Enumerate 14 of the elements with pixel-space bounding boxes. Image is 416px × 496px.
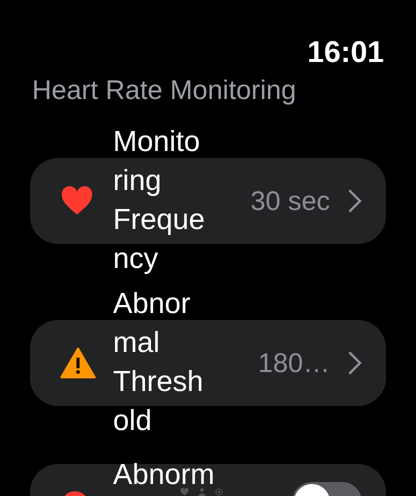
row-label: Abnormal Threshold [113, 287, 204, 439]
clock-time: 16:01 [307, 36, 384, 70]
row-label: Monitoring Frequency [113, 125, 206, 277]
row-value: 180… [258, 348, 330, 378]
heart-icon [180, 488, 189, 496]
person-icon [198, 488, 206, 496]
screen-title: Heart Rate Monitoring [31, 74, 298, 106]
gear-icon [215, 488, 223, 496]
heart-icon [60, 186, 94, 216]
chevron-icon [348, 189, 362, 213]
row-value: 30 sec [250, 186, 330, 216]
chevron-icon [348, 351, 362, 375]
row-label: Abnorm [113, 462, 215, 488]
warning-icon [60, 347, 96, 379]
